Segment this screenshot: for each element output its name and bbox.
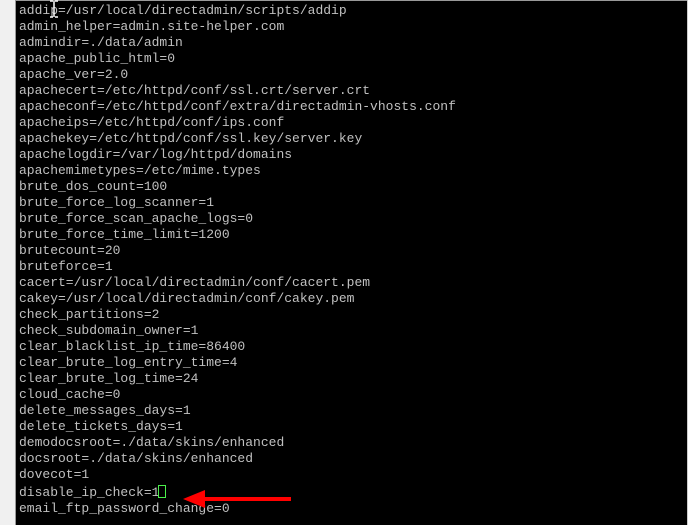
terminal-line: clear_brute_log_time=24 (19, 371, 687, 387)
terminal-line: bruteforce=1 (19, 259, 687, 275)
terminal-line: docsroot=./data/skins/enhanced (19, 451, 687, 467)
terminal-line: brute_force_log_scanner=1 (19, 195, 687, 211)
terminal-line: apachelogdir=/var/log/httpd/domains (19, 147, 687, 163)
terminal-line: apacheips=/etc/httpd/conf/ips.conf (19, 115, 687, 131)
terminal-line: cloud_cache=0 (19, 387, 687, 403)
terminal-line: apachecert=/etc/httpd/conf/ssl.crt/serve… (19, 83, 687, 99)
terminal-window[interactable]: addip=/usr/local/directadmin/scripts/add… (15, 0, 687, 525)
terminal-cursor (158, 485, 166, 498)
terminal-line: brute_force_scan_apache_logs=0 (19, 211, 687, 227)
terminal-line: apacheconf=/etc/httpd/conf/extra/directa… (19, 99, 687, 115)
terminal-line: cakey=/usr/local/directadmin/conf/cakey.… (19, 291, 687, 307)
terminal-line: addip=/usr/local/directadmin/scripts/add… (19, 3, 687, 19)
terminal-line: disable_ip_check=1 (19, 483, 687, 501)
terminal-line: brute_force_time_limit=1200 (19, 227, 687, 243)
terminal-line: cacert=/usr/local/directadmin/conf/cacer… (19, 275, 687, 291)
terminal-line: email_ftp_password_change=0 (19, 501, 687, 517)
terminal-line: clear_brute_log_entry_time=4 (19, 355, 687, 371)
terminal-line: apache_ver=2.0 (19, 67, 687, 83)
window-left-edge (0, 0, 15, 525)
terminal-line: check_subdomain_owner=1 (19, 323, 687, 339)
terminal-line: apachemimetypes=/etc/mime.types (19, 163, 687, 179)
terminal-line: delete_messages_days=1 (19, 403, 687, 419)
terminal-line: brute_dos_count=100 (19, 179, 687, 195)
terminal-line: brutecount=20 (19, 243, 687, 259)
terminal-line: clear_blacklist_ip_time=86400 (19, 339, 687, 355)
terminal-line: apachekey=/etc/httpd/conf/ssl.key/server… (19, 131, 687, 147)
terminal-line: admin_helper=admin.site-helper.com (19, 19, 687, 35)
terminal-output: addip=/usr/local/directadmin/scripts/add… (19, 3, 687, 517)
terminal-line: check_partitions=2 (19, 307, 687, 323)
terminal-line: dovecot=1 (19, 467, 687, 483)
terminal-line: apache_public_html=0 (19, 51, 687, 67)
terminal-line: demodocsroot=./data/skins/enhanced (19, 435, 687, 451)
terminal-line: admindir=./data/admin (19, 35, 687, 51)
terminal-line: delete_tickets_days=1 (19, 419, 687, 435)
